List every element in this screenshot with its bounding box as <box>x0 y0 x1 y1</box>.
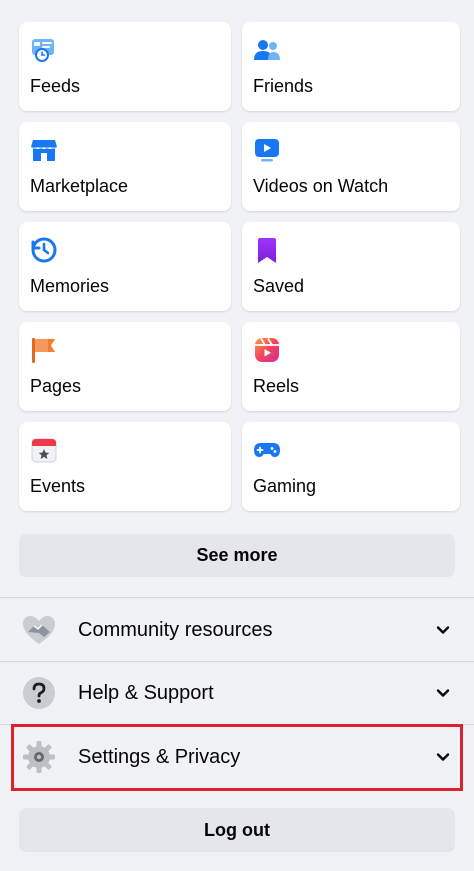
marketplace-icon <box>30 136 58 164</box>
watch-video-icon <box>253 136 281 164</box>
section-label: Help & Support <box>78 681 214 704</box>
shortcut-friends[interactable]: Friends <box>242 22 460 111</box>
section-divider <box>0 724 474 725</box>
events-calendar-icon <box>30 436 58 464</box>
pages-flag-icon <box>30 336 58 364</box>
shortcut-label: Memories <box>30 276 110 296</box>
shortcut-memories[interactable]: Memories <box>19 222 231 311</box>
shortcut-label: Marketplace <box>30 176 129 196</box>
shortcut-label: Gaming <box>253 476 317 496</box>
section-label: Settings & Privacy <box>78 745 241 768</box>
feeds-icon <box>30 36 58 64</box>
reels-icon <box>253 336 281 364</box>
saved-bookmark-icon <box>253 236 281 264</box>
chevron-down-icon <box>435 622 451 638</box>
shortcut-feeds[interactable]: Feeds <box>19 22 231 111</box>
shortcut-label: Pages <box>30 376 82 396</box>
shortcut-marketplace[interactable]: Marketplace <box>19 122 231 211</box>
shortcut-videos-on-watch[interactable]: Videos on Watch <box>242 122 460 211</box>
friends-icon <box>253 36 281 64</box>
shortcut-saved[interactable]: Saved <box>242 222 460 311</box>
section-community-resources[interactable]: Community resources <box>13 599 461 661</box>
memories-clock-icon <box>30 236 58 264</box>
handshake-icon <box>21 612 57 648</box>
shortcut-label: Feeds <box>30 76 81 96</box>
shortcut-gaming[interactable]: Gaming <box>242 422 460 511</box>
gaming-controller-icon <box>253 436 281 464</box>
shortcut-events[interactable]: Events <box>19 422 231 511</box>
chevron-down-icon <box>435 685 451 701</box>
shortcut-label: Reels <box>253 376 300 396</box>
shortcut-label: Videos on Watch <box>253 176 389 196</box>
shortcut-label: Saved <box>253 276 305 296</box>
section-settings-privacy[interactable]: Settings & Privacy <box>13 726 461 788</box>
section-divider <box>0 597 474 598</box>
shortcut-pages[interactable]: Pages <box>19 322 231 411</box>
chevron-down-icon <box>435 749 451 765</box>
shortcut-label: Friends <box>253 76 314 96</box>
section-label: Community resources <box>78 618 273 641</box>
section-help-support[interactable]: Help & Support <box>13 662 461 724</box>
see-more-button[interactable]: See more <box>19 534 455 577</box>
log-out-button[interactable]: Log out <box>19 808 455 852</box>
shortcut-label: Events <box>30 476 86 496</box>
gear-icon <box>21 739 57 775</box>
shortcuts-grid: Feeds Friends Marketplace Videos on Watc… <box>19 22 460 511</box>
shortcut-reels[interactable]: Reels <box>242 322 460 411</box>
question-icon <box>21 675 57 711</box>
